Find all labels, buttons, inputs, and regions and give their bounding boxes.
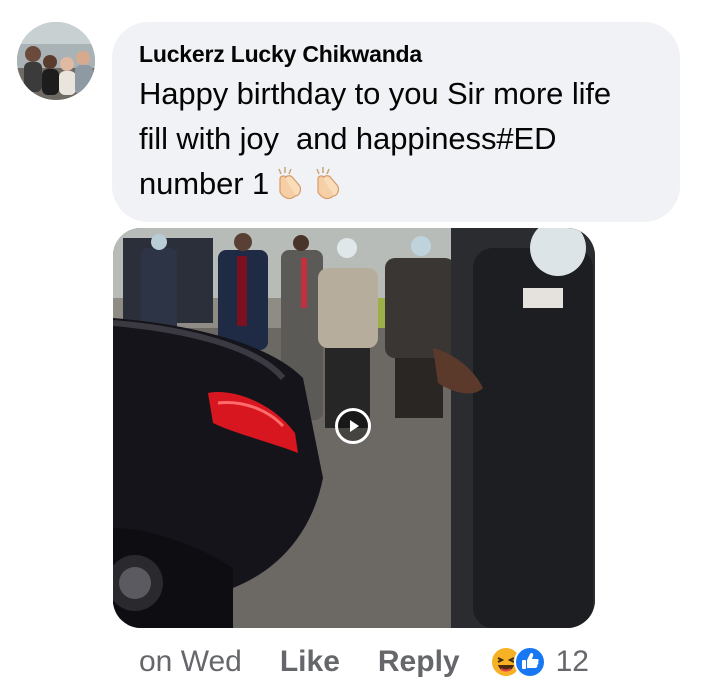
like-button[interactable]: Like bbox=[280, 645, 340, 679]
play-button[interactable] bbox=[335, 408, 371, 444]
author-avatar[interactable] bbox=[17, 22, 95, 100]
comment-timestamp[interactable]: on Wed bbox=[139, 645, 242, 679]
video-attachment[interactable] bbox=[113, 228, 595, 628]
like-reaction-icon bbox=[513, 646, 546, 678]
reply-button[interactable]: Reply bbox=[378, 645, 460, 679]
clapping-hands-icon bbox=[278, 167, 302, 200]
comment-text-line: Happy birthday to you Sir more life bbox=[139, 76, 612, 111]
comment-text-line: fill with joy and happiness#ED bbox=[139, 121, 557, 156]
comment-bubble: Luckerz Lucky Chikwanda Happy birthday t… bbox=[112, 22, 680, 222]
clapping-hands-icon bbox=[316, 167, 340, 200]
reaction-summary[interactable] bbox=[489, 646, 546, 678]
play-icon bbox=[350, 420, 359, 432]
reaction-count[interactable]: 12 bbox=[556, 645, 589, 679]
comment-author-name[interactable]: Luckerz Lucky Chikwanda bbox=[139, 40, 654, 68]
comment-footer: on Wed Like Reply 12 bbox=[139, 640, 589, 684]
comment-text: Happy birthday to you Sir more life fill… bbox=[139, 71, 654, 206]
comment-text-line: number 1 bbox=[139, 166, 270, 201]
avatar-photo bbox=[17, 22, 95, 100]
